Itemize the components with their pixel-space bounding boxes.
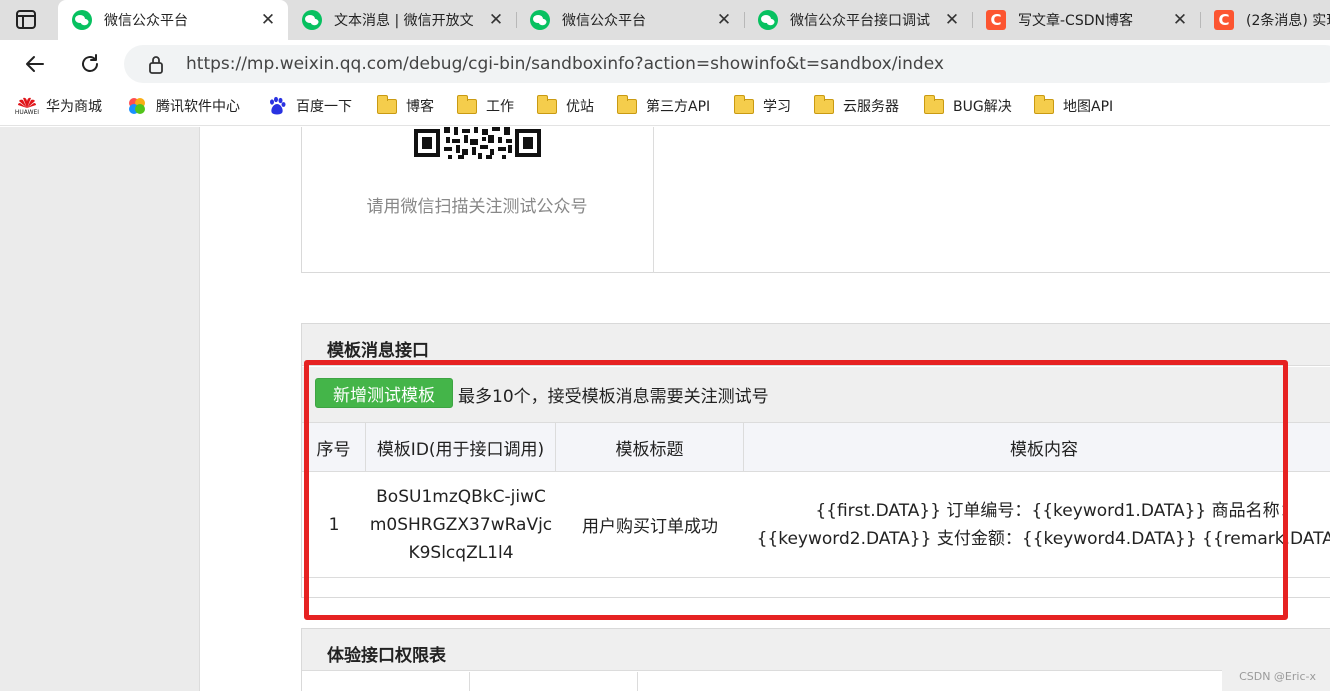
close-icon[interactable]: ✕: [714, 10, 734, 30]
template-action-row: 新增测试模板 最多10个，接受模板消息需要关注测试号: [302, 367, 1330, 422]
tab-text-message-doc[interactable]: 文本消息 | 微信开放文 ✕: [290, 0, 516, 40]
tab-separator: [516, 12, 517, 28]
bookmark-folder-blog[interactable]: 博客: [376, 94, 434, 117]
bookmark-label: 工作: [486, 99, 514, 115]
folder-icon: [733, 94, 755, 116]
url-text[interactable]: https://mp.weixin.qq.com/debug/cgi-bin/s…: [186, 54, 944, 74]
wechat-icon: [758, 10, 778, 30]
cell-index: 1: [328, 514, 340, 535]
bookmark-label: 百度一下: [296, 99, 352, 115]
browser-toolbar: https://mp.weixin.qq.com/debug/cgi-bin/s…: [0, 40, 1330, 88]
tab-title: 微信公众平台接口调试: [790, 13, 930, 29]
wechat-icon: [72, 10, 92, 30]
qr-card-divider: [653, 127, 654, 273]
bookmark-label: 华为商城: [46, 99, 102, 115]
tab-separator: [744, 12, 745, 28]
close-icon[interactable]: ✕: [942, 10, 962, 30]
template-table-header: 序号 模板ID(用于接口调用) 模板标题 模板内容: [302, 422, 1330, 472]
bookmark-folder-third-party-api[interactable]: 第三方API: [616, 94, 711, 117]
tab-actions-icon[interactable]: [14, 8, 40, 32]
column-header-template-id: 模板ID(用于接口调用): [366, 423, 556, 471]
tab-title: 微信公众平台: [104, 13, 188, 29]
refresh-icon[interactable]: [78, 52, 102, 76]
bookmark-label: 第三方API: [646, 99, 711, 115]
permission-column: [638, 672, 1223, 691]
tab-wechat-api-debug[interactable]: 微信公众平台接口调试 ✕: [746, 0, 972, 40]
bookmark-label: BUG解决: [953, 99, 1012, 115]
folder-icon: [376, 94, 398, 116]
tab-title: 微信公众平台: [562, 13, 646, 29]
folder-icon: [536, 94, 558, 116]
qr-caption: 请用微信扫描关注测试公众号: [366, 197, 588, 217]
bookmark-folder-work[interactable]: 工作: [456, 94, 514, 117]
cell-template-id[interactable]: BoSU1mzQBkC-jiwCm0SHRGZX37wRaVjcK9SlcqZL…: [366, 472, 556, 577]
tab-wechat-mp-active[interactable]: 微信公众平台 ✕: [58, 0, 288, 40]
bookmark-baidu[interactable]: 百度一下: [266, 95, 352, 117]
tab-title: 文本消息 | 微信开放文: [334, 13, 474, 29]
permission-column: [470, 672, 638, 691]
tab-separator: [1200, 12, 1201, 28]
folder-icon: [923, 94, 945, 116]
bookmark-folder-study[interactable]: 学习: [733, 94, 791, 117]
bookmark-label: 腾讯软件中心: [156, 99, 240, 115]
column-header-index: 序号: [302, 423, 366, 471]
huawei-icon: HUAWEI: [15, 96, 39, 116]
close-icon[interactable]: ✕: [1170, 10, 1190, 30]
bookmark-folder-cloud-server[interactable]: 云服务器: [813, 94, 899, 117]
column-header-template-content: 模板内容: [1010, 439, 1078, 460]
permission-panel-header: 体验接口权限表: [302, 629, 1330, 671]
tab-separator: [972, 12, 973, 28]
browser-tab-strip: 微信公众平台 ✕ 文本消息 | 微信开放文 ✕ 微信公众平台 ✕ 微信公众平台接…: [0, 0, 1330, 40]
page-content: 请用微信扫描关注测试公众号 模板消息接口 新增测试模板 最多10个，接受模板消息…: [0, 127, 1330, 691]
template-panel-header: 模板消息接口: [302, 324, 1330, 366]
permission-panel-title: 体验接口权限表: [327, 646, 446, 666]
bookmark-folder-bug-fix[interactable]: BUG解决: [923, 94, 1012, 117]
csdn-icon: C: [1214, 10, 1234, 30]
tab-title: 写文章-CSDN博客: [1018, 13, 1133, 29]
folder-icon: [456, 94, 478, 116]
cell-template-title: 用户购买订单成功: [582, 517, 718, 537]
bookmarks-bar: HUAWEI 华为商城 腾讯软件中心 百度一下 博客 工作 优站 第三方API …: [0, 88, 1330, 126]
address-bar[interactable]: https://mp.weixin.qq.com/debug/cgi-bin/s…: [124, 45, 1330, 83]
permission-column: [302, 672, 470, 691]
wechat-icon: [302, 10, 322, 30]
column-header-template-title: 模板标题: [556, 423, 744, 471]
tencent-icon: [126, 96, 148, 116]
permission-table-panel: 体验接口权限表: [301, 628, 1330, 691]
table-row: 1 BoSU1mzQBkC-jiwCm0SHRGZX37wRaVjcK9Slcq…: [302, 472, 1330, 578]
lock-icon[interactable]: [148, 55, 164, 79]
folder-icon: [616, 94, 638, 116]
bookmark-folder-map-api[interactable]: 地图API: [1033, 94, 1114, 117]
bookmark-label: 学习: [763, 99, 791, 115]
csdn-icon: C: [986, 10, 1006, 30]
bookmark-label: 云服务器: [843, 99, 899, 115]
template-message-panel: 模板消息接口 新增测试模板 最多10个，接受模板消息需要关注测试号 序号 模板I…: [301, 323, 1330, 598]
bookmark-label: 地图API: [1063, 99, 1114, 115]
close-icon[interactable]: ✕: [486, 10, 506, 30]
tab-title: (2条消息) 实现: [1246, 13, 1330, 29]
folder-icon: [1033, 94, 1055, 116]
left-sidebar-area: [0, 127, 200, 691]
bookmark-label: 博客: [406, 99, 434, 115]
bookmark-folder-sites[interactable]: 优站: [536, 94, 594, 117]
cell-template-content: {{first.DATA}} 订单编号：{{keyword1.DATA}} 商品…: [756, 500, 1330, 549]
tab-csdn-messages[interactable]: C (2条消息) 实现: [1202, 0, 1330, 40]
qr-code-card: 请用微信扫描关注测试公众号: [301, 127, 1330, 273]
bookmark-tencent-software[interactable]: 腾讯软件中心: [126, 95, 240, 117]
csdn-watermark: CSDN @Eric-x: [1239, 670, 1316, 683]
add-test-template-button[interactable]: 新增测试模板: [315, 378, 453, 408]
template-limit-hint: 最多10个，接受模板消息需要关注测试号: [458, 387, 769, 407]
close-icon[interactable]: ✕: [258, 10, 278, 30]
folder-icon: [813, 94, 835, 116]
baidu-icon: [266, 96, 288, 116]
bookmark-huawei[interactable]: HUAWEI 华为商城: [15, 95, 102, 117]
tab-csdn-write[interactable]: C 写文章-CSDN博客 ✕: [974, 0, 1200, 40]
qr-code-image: [413, 127, 545, 165]
template-panel-title: 模板消息接口: [327, 341, 429, 361]
tab-wechat-mp[interactable]: 微信公众平台 ✕: [518, 0, 744, 40]
wechat-icon: [530, 10, 550, 30]
permission-table-header: [302, 672, 1330, 691]
back-arrow-icon[interactable]: [23, 52, 47, 76]
bookmark-label: 优站: [566, 99, 594, 115]
